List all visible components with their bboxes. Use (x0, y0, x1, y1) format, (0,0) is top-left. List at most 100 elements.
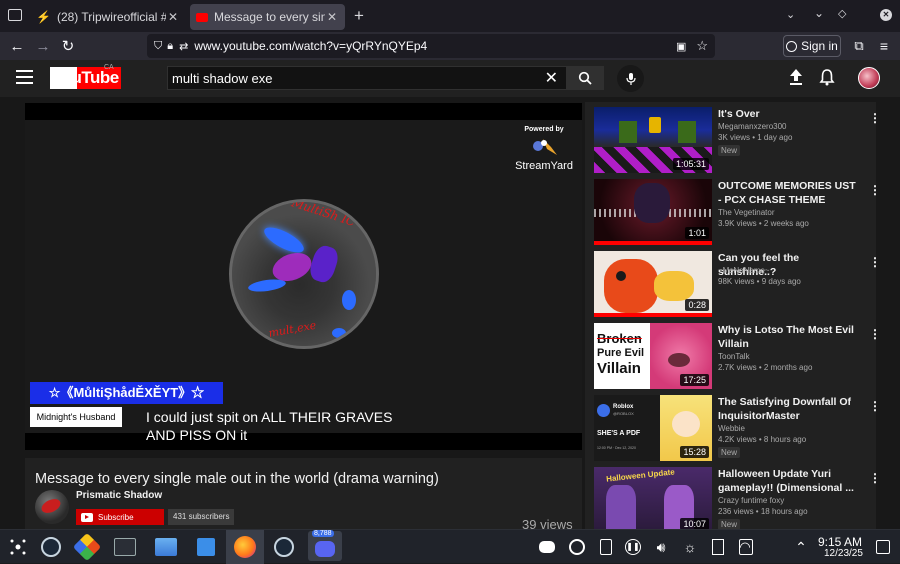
video-thumbnail[interactable]: Roblox @ROBLOX SHE'S A PDF 12:00 PM · De… (594, 395, 712, 461)
video-thumbnail[interactable]: Halloween Update 10:07 (594, 467, 712, 533)
forward-arrow-icon[interactable]: → (33, 36, 53, 56)
more-actions-icon[interactable]: ⋮ (869, 183, 881, 197)
steam-tray-icon[interactable] (568, 538, 586, 556)
recommendation-meta: 3K views • 1 day ago (718, 133, 793, 142)
discover-store-icon[interactable] (72, 532, 102, 562)
more-actions-icon[interactable]: ⋮ (869, 399, 881, 413)
recommendations-sidebar: 1:05:31 It's Over Megamanxzero300 3K vie… (585, 102, 881, 533)
close-window-icon[interactable]: ✕ (880, 9, 892, 21)
clock-time[interactable]: 9:15 AM (818, 535, 862, 549)
firefox-icon[interactable] (226, 530, 264, 564)
more-actions-icon[interactable]: ⋮ (869, 111, 881, 125)
name-subtitle: Midnight's Husband (30, 407, 122, 427)
video-frame[interactable]: Powered by StreamYard MultiSh IC mult,ex… (25, 120, 582, 443)
subscribe-button[interactable]: Subscribe (76, 509, 164, 525)
recommendation-item[interactable]: Halloween Update 10:07 Halloween Update … (594, 467, 881, 533)
recommendation-title[interactable]: It's Over (718, 107, 858, 121)
recommendation-item[interactable]: 1:05:31 It's Over Megamanxzero300 3K vie… (594, 107, 881, 173)
search-icon (578, 71, 592, 85)
brightness-icon[interactable]: ☼ (681, 538, 699, 556)
recommendation-item[interactable]: 1:01 OUTCOME MEMORIES UST - PCX CHASE TH… (594, 179, 881, 245)
lock-icon[interactable]: 🔒︎ (167, 40, 173, 53)
video-thumbnail[interactable]: 1:05:31 (594, 107, 712, 173)
thumbnail-text-line1: Broken (597, 331, 642, 346)
powered-by-text: Powered by (524, 126, 564, 133)
channel-avatar[interactable] (35, 490, 69, 524)
recommendation-title[interactable]: Halloween Update Yuri gameplay!! (Dimens… (718, 467, 858, 495)
clear-search-icon[interactable]: ✕ (545, 68, 558, 88)
steam-running-icon[interactable] (270, 533, 298, 561)
expand-tray-chevron-icon[interactable]: ⌃ (792, 538, 810, 556)
clipboard-icon[interactable] (597, 538, 615, 556)
close-tab-icon[interactable]: ✕ (325, 10, 339, 24)
guide-menu-icon[interactable] (16, 70, 33, 84)
avatar[interactable] (858, 67, 880, 89)
recommendation-channel[interactable]: Webbie (718, 423, 745, 434)
reader-view-icon[interactable]: ▣ (676, 40, 686, 53)
url-bar[interactable]: ⛉ 🔒︎ ⇄ www.youtube.com/watch?v=yQrRYnQYE… (147, 34, 715, 58)
roblox-handle-text: @ROBLOX (613, 411, 634, 416)
media-pause-icon[interactable]: ❚❚ (624, 538, 642, 556)
video-thumbnail[interactable]: 1:01 (594, 179, 712, 245)
recommendation-channel[interactable]: Megamanxzero300 (718, 121, 786, 132)
voice-search-button[interactable] (617, 65, 644, 92)
minimize-window-icon[interactable]: ⌄ (814, 6, 824, 20)
back-arrow-icon[interactable]: ← (7, 36, 27, 56)
recommendation-item[interactable]: 0:28 Can you feel the sunshine..? ~MsNoN… (594, 251, 881, 317)
duration-badge: 15:28 (680, 446, 709, 458)
upload-button[interactable] (788, 68, 804, 91)
more-actions-icon[interactable]: ⋮ (869, 255, 881, 269)
new-tab-button[interactable]: + (354, 6, 364, 26)
lightning-icon: ⚡ (36, 10, 51, 24)
volume-icon[interactable]: 🔊︎ (652, 538, 670, 556)
discord-tray-icon[interactable] (538, 538, 556, 556)
recommendation-channel[interactable]: Crazy funtime foxy (718, 495, 784, 506)
search-button[interactable] (566, 66, 604, 90)
recommendation-title[interactable]: Why is Lotso The Most Evil Villain (718, 323, 858, 351)
streamyard-brand-text: StreamYard (515, 160, 573, 172)
list-tabs-chevron-icon[interactable]: ⌄ (786, 8, 795, 21)
channel-name[interactable]: Prismatic Shadow (76, 490, 162, 501)
recommendation-channel[interactable]: The Vegetinator (718, 207, 774, 218)
app-launcher-icon[interactable] (4, 533, 32, 561)
system-settings-icon[interactable] (111, 533, 139, 561)
subscribe-label: Subscribe (98, 512, 134, 522)
more-actions-icon[interactable]: ⋮ (869, 471, 881, 485)
search-query[interactable]: multi shadow exe (172, 71, 545, 86)
reload-icon[interactable]: ↻ (58, 36, 78, 56)
recommendation-channel[interactable]: ToonTalk (718, 351, 750, 362)
tab-youtube-active[interactable]: Message to every single ✕ (190, 4, 345, 30)
recommendation-title[interactable]: The Satisfying Downfall Of InquisitorMas… (718, 395, 858, 423)
recommendation-title[interactable]: OUTCOME MEMORIES UST - PCX CHASE THEME (718, 179, 858, 207)
bookmark-star-icon[interactable]: ☆ (696, 38, 708, 54)
close-tab-icon[interactable]: ✕ (166, 10, 180, 24)
network-wifi-icon[interactable]: ◠ (736, 538, 754, 556)
recommendation-item[interactable]: Roblox @ROBLOX SHE'S A PDF 12:00 PM · De… (594, 395, 881, 461)
streamyard-logo-icon (533, 139, 557, 155)
shield-icon[interactable]: ⛉ (154, 40, 162, 53)
recommendation-channel[interactable]: ~MsNoName~ (718, 265, 770, 276)
roblox-brand-text: Roblox (613, 404, 634, 410)
sign-in-button[interactable]: Sign in (783, 35, 841, 57)
maximize-window-icon[interactable]: ◇ (838, 7, 846, 20)
file-manager-icon[interactable] (152, 533, 180, 561)
menu-hamburger-icon[interactable]: ≡ (874, 36, 894, 56)
video-thumbnail[interactable]: 0:28 (594, 251, 712, 317)
show-desktop-icon[interactable] (874, 538, 892, 556)
notes-icon[interactable] (709, 538, 727, 556)
search-input[interactable]: multi shadow exe ✕ (167, 66, 567, 90)
browser-navbar: ← → ↻ ⛉ 🔒︎ ⇄ www.youtube.com/watch?v=yQr… (0, 32, 900, 60)
tab-tripwire[interactable]: ⚡ (28) Tripwireofficial #Acc ✕ (30, 4, 186, 30)
extensions-icon[interactable]: ⧉ (849, 36, 869, 56)
tab-overview-icon[interactable] (8, 9, 22, 21)
video-thumbnail[interactable]: Broken Pure Evil Villain 17:25 (594, 323, 712, 389)
permissions-icon[interactable]: ⇄ (179, 40, 188, 53)
url-text[interactable]: www.youtube.com/watch?v=yQrRYnQYEp4 (194, 39, 676, 53)
store-bag-icon[interactable] (192, 533, 220, 561)
country-code: CA (104, 64, 114, 71)
notifications-button[interactable] (819, 68, 835, 91)
more-actions-icon[interactable]: ⋮ (869, 327, 881, 341)
recommendation-item[interactable]: Broken Pure Evil Villain 17:25 Why is Lo… (594, 323, 881, 389)
steam-icon[interactable] (37, 533, 65, 561)
clock-date[interactable]: 12/23/25 (824, 548, 863, 559)
